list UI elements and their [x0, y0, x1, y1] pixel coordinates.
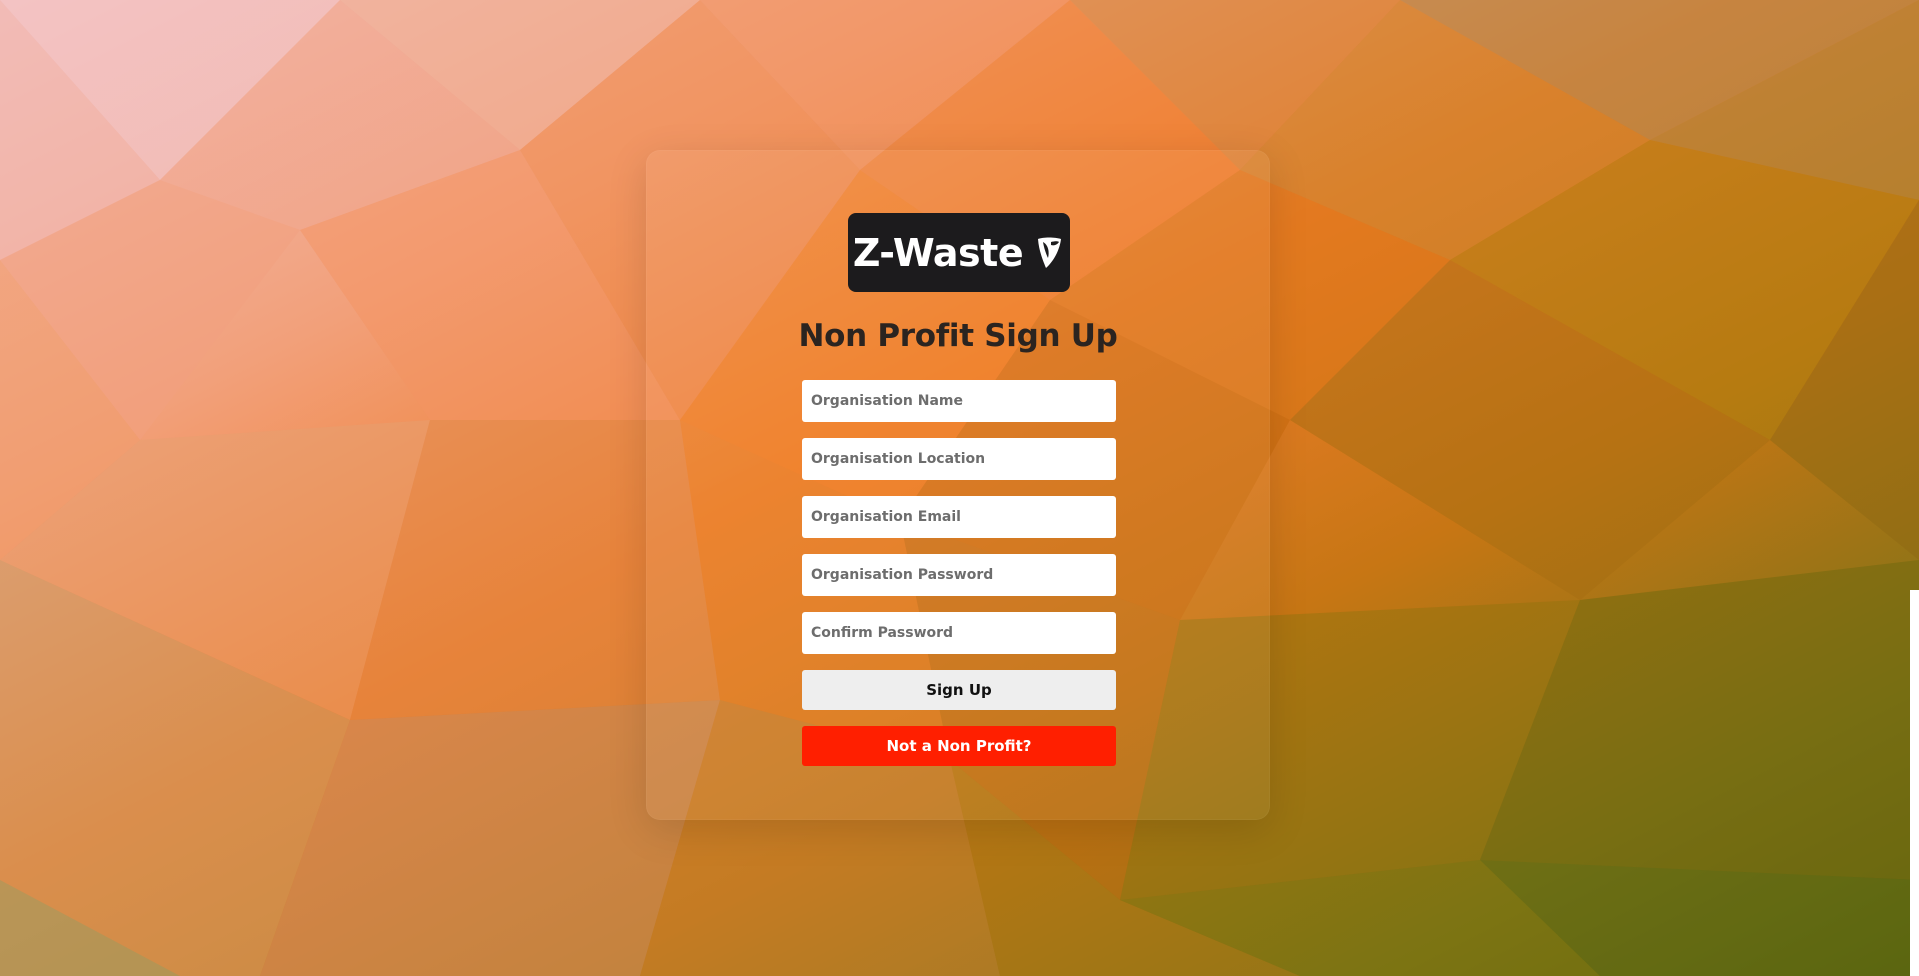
- confirm-password-input[interactable]: [802, 612, 1116, 654]
- not-a-nonprofit-button[interactable]: Not a Non Profit?: [802, 726, 1116, 766]
- organisation-location-input[interactable]: [802, 438, 1116, 480]
- page: Z-Waste Non Profit Sign Up Sign Up Not a…: [0, 0, 1919, 976]
- shield-leaf-icon: [1038, 237, 1062, 268]
- brand-name: Z-Waste: [852, 230, 1024, 275]
- organisation-name-input[interactable]: [802, 380, 1116, 422]
- page-edge-strip: [1910, 590, 1919, 976]
- page-title: Non Profit Sign Up: [798, 318, 1118, 354]
- organisation-password-input[interactable]: [802, 554, 1116, 596]
- organisation-email-input[interactable]: [802, 496, 1116, 538]
- brand-logo: Z-Waste: [848, 213, 1070, 292]
- sign-up-button[interactable]: Sign Up: [802, 670, 1116, 710]
